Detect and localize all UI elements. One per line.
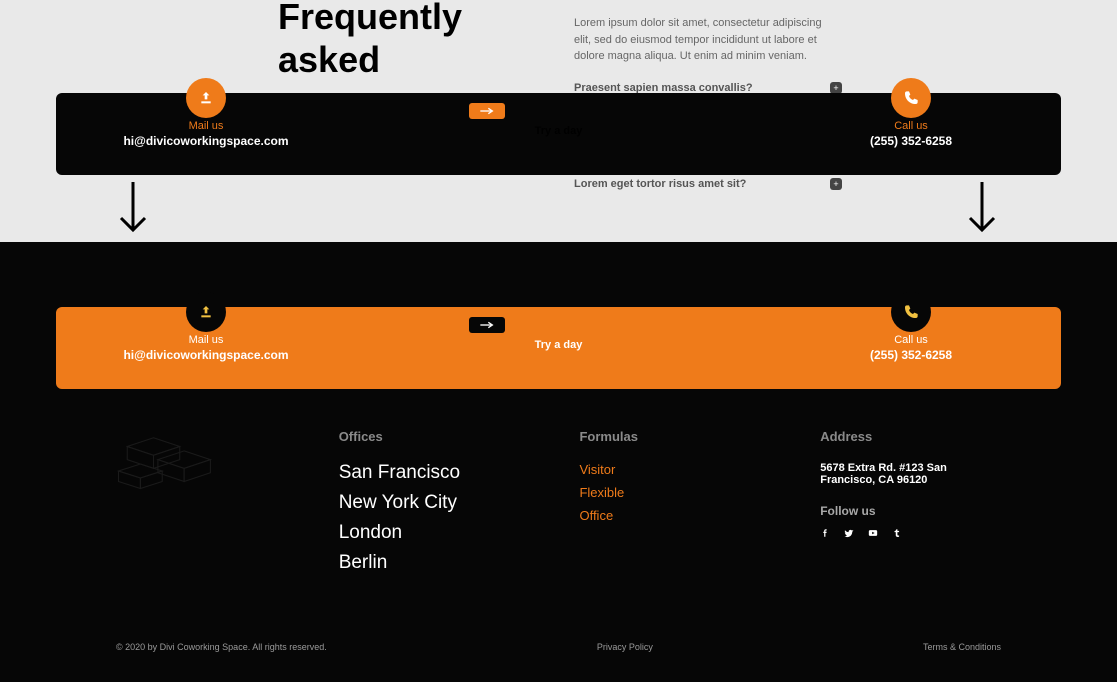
mail-value-2[interactable]: hi@divicoworkingspace.com (123, 348, 288, 362)
office-link-berlin[interactable]: Berlin (339, 552, 520, 574)
copyright-row: © 2020 by Divi Coworking Space. All righ… (56, 622, 1061, 682)
try-label-2: Try a day (535, 339, 583, 351)
footer-columns: Offices San Francisco New York City Lond… (56, 389, 1061, 622)
terms-link[interactable]: Terms & Conditions (923, 642, 1001, 652)
cta-call-col: Call us (255) 352-6258 (821, 120, 1001, 148)
call-label-2: Call us (894, 334, 928, 346)
cta-mail-col: Mail us hi@divicoworkingspace.com (116, 120, 296, 148)
office-link-nyc[interactable]: New York City (339, 492, 520, 514)
arrow-down-left-icon (118, 180, 148, 234)
top-section: Frequently asked Lorem ipsum dolor sit a… (0, 0, 1117, 242)
facebook-icon[interactable] (820, 528, 830, 538)
faq-lorem: Lorem ipsum dolor sit amet, consectetur … (574, 15, 834, 65)
office-link-london[interactable]: London (339, 522, 520, 544)
call-value[interactable]: (255) 352-6258 (870, 134, 952, 148)
arrow-down-right-icon (967, 180, 997, 234)
cta-bar-1: Mail us hi@divicoworkingspace.com Try a … (56, 93, 1061, 175)
faq-title: Frequently asked (278, 0, 462, 81)
mail-label: Mail us (189, 120, 224, 132)
faq-title-line1: Frequently (278, 0, 462, 38)
address-text: 5678 Extra Rd. #123 San Francisco, CA 96… (820, 462, 1001, 486)
mail-value[interactable]: hi@divicoworkingspace.com (123, 134, 288, 148)
formula-link-visitor[interactable]: Visitor (579, 462, 760, 477)
privacy-link[interactable]: Privacy Policy (597, 642, 653, 652)
faq-item-2[interactable]: Lorem eget tortor risus amet sit? (574, 178, 746, 190)
cta-bar-wrapper-2: Mail us hi@divicoworkingspace.com Try a … (0, 272, 1117, 389)
formula-link-flexible[interactable]: Flexible (579, 485, 760, 500)
footer-address-col: Address 5678 Extra Rd. #123 San Francisc… (820, 429, 1001, 582)
cta-call-col-2: Call us (255) 352-6258 (821, 334, 1001, 362)
cta-bar-wrapper-1: Mail us hi@divicoworkingspace.com Try a … (0, 93, 1117, 175)
phone-icon-2 (891, 292, 931, 332)
isometric-logo (116, 429, 226, 499)
copyright-text: © 2020 by Divi Coworking Space. All righ… (116, 642, 327, 652)
cta-bar-2: Mail us hi@divicoworkingspace.com Try a … (56, 307, 1061, 389)
phone-icon (891, 78, 931, 118)
footer-formulas-col: Formulas Visitor Flexible Office (579, 429, 760, 582)
youtube-icon[interactable] (868, 528, 878, 538)
office-link-sf[interactable]: San Francisco (339, 462, 520, 484)
call-label: Call us (894, 120, 928, 132)
cta-mail-col-2: Mail us hi@divicoworkingspace.com (116, 334, 296, 362)
upload-icon (186, 78, 226, 118)
footer-logo-col (116, 429, 279, 582)
twitter-icon[interactable] (844, 528, 854, 538)
cta-try-col-2: Try a day (469, 335, 649, 351)
try-button-2[interactable] (469, 317, 505, 333)
social-row (820, 528, 1001, 538)
address-heading: Address (820, 429, 1001, 444)
formulas-heading: Formulas (579, 429, 760, 444)
faq-title-line2: asked (278, 38, 462, 81)
tumblr-icon[interactable] (892, 528, 902, 538)
footer-offices-col: Offices San Francisco New York City Lond… (339, 429, 520, 582)
upload-icon-2 (186, 292, 226, 332)
formula-link-office[interactable]: Office (579, 508, 760, 523)
faq-toggle-2[interactable]: + (830, 178, 842, 190)
try-label: Try a day (535, 125, 583, 137)
mail-label-2: Mail us (189, 334, 224, 346)
cta-try-col: Try a day (469, 121, 649, 137)
call-value-2[interactable]: (255) 352-6258 (870, 348, 952, 362)
try-button[interactable] (469, 103, 505, 119)
bottom-section: Mail us hi@divicoworkingspace.com Try a … (0, 242, 1117, 682)
offices-heading: Offices (339, 429, 520, 444)
follow-heading: Follow us (820, 504, 1001, 518)
